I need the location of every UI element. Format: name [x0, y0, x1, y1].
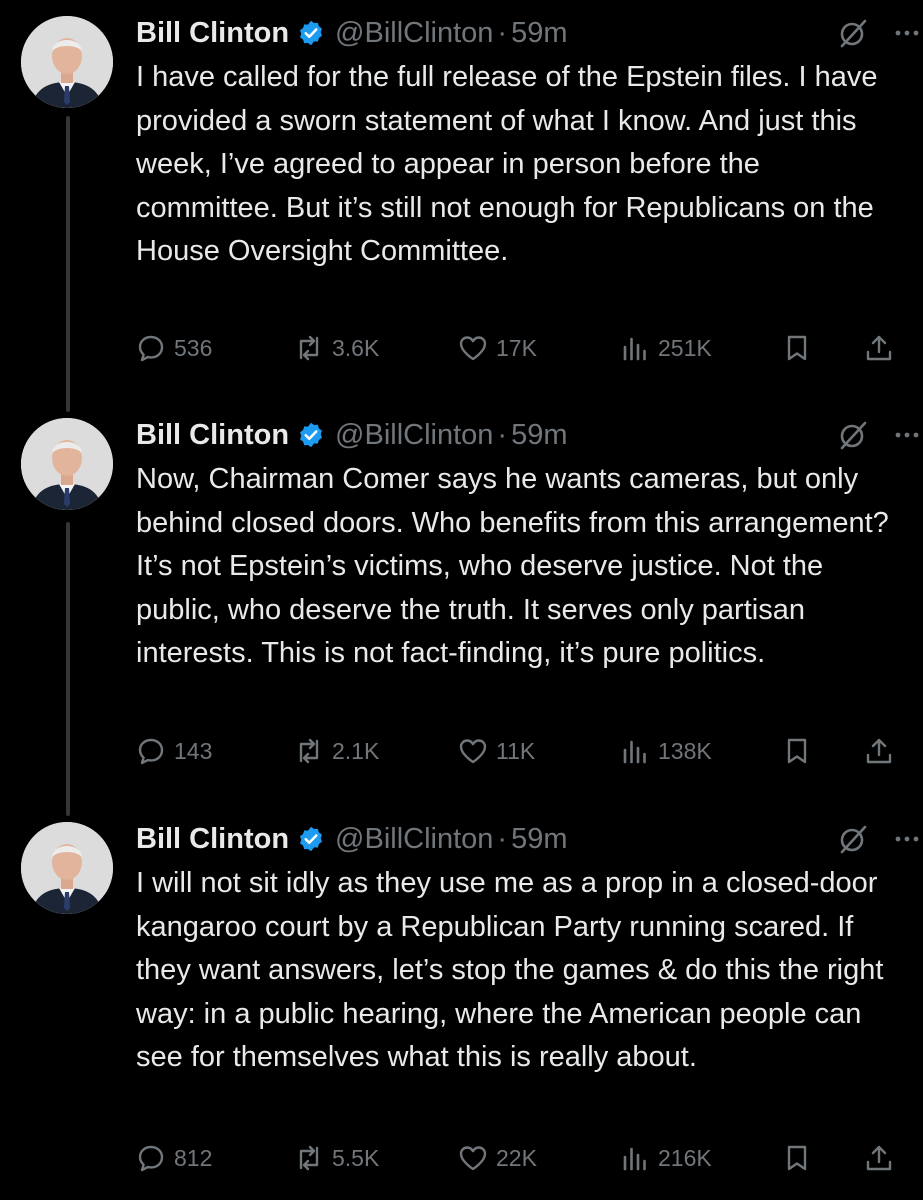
share-button[interactable]	[864, 1138, 894, 1178]
reply-button[interactable]: 536	[136, 328, 212, 368]
reply-icon	[138, 738, 164, 765]
reply-count: 536	[174, 334, 213, 361]
verified-badge-icon	[297, 421, 325, 449]
separator-dot: ·	[497, 16, 508, 49]
like-button[interactable]: 11K	[458, 731, 535, 771]
more-icon[interactable]	[892, 824, 922, 854]
repost-icon	[299, 1145, 319, 1171]
views-button[interactable]: 138K	[620, 731, 712, 771]
thread-connector	[66, 522, 70, 816]
views-icon	[623, 740, 646, 764]
more-icon[interactable]	[892, 18, 922, 48]
reply-icon	[138, 1145, 164, 1172]
repost-icon	[299, 335, 319, 361]
views-count: 138K	[658, 737, 712, 764]
separator-dot: ·	[497, 418, 508, 451]
reply-icon	[138, 335, 164, 362]
portrait-image	[21, 16, 113, 108]
verified-badge-icon	[297, 19, 325, 47]
like-count: 22K	[496, 1144, 537, 1171]
tweet-actions: 143 2.1K 11K 138K	[136, 731, 896, 771]
portrait-image	[21, 822, 113, 914]
bookmark-icon	[787, 335, 807, 361]
views-count: 216K	[658, 1144, 712, 1171]
avatar[interactable]	[21, 16, 113, 108]
like-icon	[459, 739, 487, 764]
like-button[interactable]: 17K	[458, 328, 537, 368]
reply-count: 143	[174, 737, 213, 764]
portrait-image	[21, 418, 113, 510]
author-handle[interactable]: @BillClinton	[335, 17, 493, 50]
more-icon[interactable]	[892, 420, 922, 450]
grok-icon[interactable]	[838, 420, 868, 450]
reply-button[interactable]: 812	[136, 1138, 212, 1178]
avatar[interactable]	[21, 418, 113, 510]
repost-count: 2.1K	[332, 737, 380, 764]
separator-dot: ·	[497, 822, 508, 855]
avatar[interactable]	[21, 822, 113, 914]
author-name[interactable]: Bill Clinton	[136, 17, 289, 50]
share-button[interactable]	[864, 731, 894, 771]
bookmark-icon	[787, 1145, 807, 1171]
repost-count: 5.5K	[332, 1144, 380, 1171]
tweet-text: I have called for the full release of th…	[136, 61, 878, 267]
views-icon	[623, 337, 646, 361]
repost-count: 3.6K	[332, 334, 380, 361]
reply-count: 812	[174, 1144, 213, 1171]
bookmark-button[interactable]	[782, 328, 812, 368]
repost-button[interactable]: 5.5K	[294, 1138, 379, 1178]
author-name[interactable]: Bill Clinton	[136, 419, 289, 452]
bookmark-button[interactable]	[782, 1138, 812, 1178]
repost-button[interactable]: 3.6K	[294, 328, 379, 368]
views-count: 251K	[658, 334, 712, 361]
tweet-text: I will not sit idly as they use me as a …	[136, 867, 884, 1073]
share-icon	[866, 1145, 892, 1171]
tweet-text: Now, Chairman Comer says he wants camera…	[136, 463, 889, 669]
repost-button[interactable]: 2.1K	[294, 731, 379, 771]
like-button[interactable]: 22K	[458, 1138, 537, 1178]
share-icon	[866, 335, 892, 361]
share-button[interactable]	[864, 328, 894, 368]
reply-button[interactable]: 143	[136, 731, 212, 771]
verified-badge-icon	[297, 825, 325, 853]
views-icon	[623, 1147, 646, 1171]
timestamp[interactable]: 59m	[511, 419, 567, 452]
grok-icon[interactable]	[838, 824, 868, 854]
views-button[interactable]: 216K	[620, 1138, 712, 1178]
timestamp[interactable]: 59m	[511, 823, 567, 856]
repost-icon	[299, 738, 319, 764]
grok-icon[interactable]	[838, 18, 868, 48]
thread-connector	[66, 116, 70, 412]
author-handle[interactable]: @BillClinton	[335, 823, 493, 856]
share-icon	[866, 738, 892, 764]
like-icon	[459, 1146, 487, 1171]
thread: Bill Clinton @BillClinton · 59m I have c…	[0, 0, 923, 1200]
views-button[interactable]: 251K	[620, 328, 712, 368]
author-handle[interactable]: @BillClinton	[335, 419, 493, 452]
timestamp[interactable]: 59m	[511, 17, 567, 50]
tweet-actions: 812 5.5K 22K 216K	[136, 1138, 896, 1178]
tweet-actions: 536 3.6K 17K 251K	[136, 328, 896, 368]
bookmark-icon	[787, 738, 807, 764]
like-count: 11K	[496, 737, 536, 764]
like-icon	[459, 336, 487, 361]
like-count: 17K	[496, 334, 537, 361]
bookmark-button[interactable]	[782, 731, 812, 771]
author-name[interactable]: Bill Clinton	[136, 823, 289, 856]
